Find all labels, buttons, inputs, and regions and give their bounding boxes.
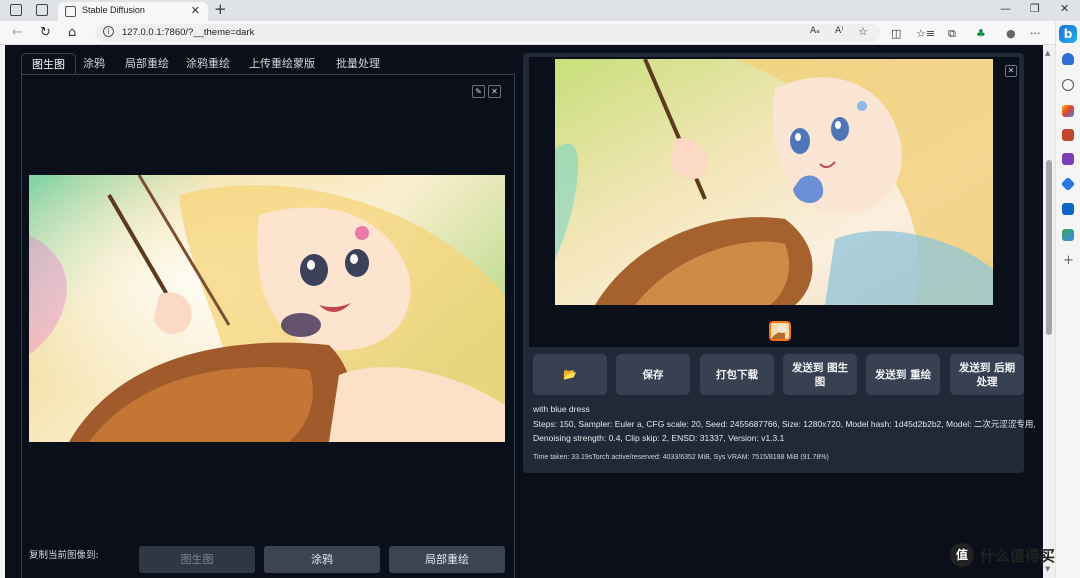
tab-title: Stable Diffusion: [82, 5, 145, 15]
notification-bell-icon[interactable]: [1062, 53, 1074, 65]
output-gallery: ✕: [529, 57, 1019, 347]
search-icon[interactable]: [1062, 79, 1074, 91]
scroll-thumb[interactable]: [1046, 160, 1052, 335]
restore-button[interactable]: ❐: [1030, 2, 1040, 15]
back-button[interactable]: ←: [12, 25, 23, 40]
shopping-icon[interactable]: [1062, 105, 1074, 117]
tab-sketch[interactable]: 涂鸦: [73, 53, 115, 75]
site-info-icon[interactable]: i: [103, 26, 114, 37]
outlook-icon[interactable]: [1062, 203, 1074, 215]
split-screen-icon[interactable]: ◫: [891, 27, 901, 40]
translate-icon[interactable]: Aₐ: [810, 26, 820, 36]
folder-icon: 📂: [563, 367, 577, 381]
bing-chat-icon[interactable]: b: [1059, 25, 1077, 43]
generation-timing: Time taken: 33.19sTorch active/reserved:…: [533, 454, 829, 461]
minimize-button[interactable]: —: [1000, 2, 1011, 15]
tab-batch[interactable]: 批量处理: [326, 53, 390, 75]
send-to-extras-button[interactable]: 发送到 后期处理: [950, 354, 1024, 395]
tab-favicon-icon: [65, 6, 76, 17]
gallery-thumbnail[interactable]: [769, 321, 791, 341]
tab-img2img[interactable]: 图生图: [21, 53, 76, 75]
microsoft-365-icon[interactable]: [1060, 176, 1076, 192]
tab-actions-icon[interactable]: [36, 4, 48, 16]
watermark-text: 什么值得买: [980, 546, 1056, 565]
collections-icon[interactable]: ⧉: [948, 27, 956, 41]
games-icon[interactable]: [1062, 153, 1074, 165]
send-to-inpaint-button[interactable]: 发送到 重绘: [866, 354, 940, 395]
clear-image-icon[interactable]: ✕: [488, 85, 501, 98]
read-aloud-icon[interactable]: A⁾: [835, 26, 843, 36]
page-scrollbar[interactable]: ▲ ▼: [1043, 45, 1055, 578]
favorite-star-icon[interactable]: ☆: [858, 25, 868, 38]
edit-image-icon[interactable]: ✎: [472, 85, 485, 98]
scroll-up-icon[interactable]: ▲: [1045, 49, 1050, 57]
new-tab-button[interactable]: +: [214, 0, 227, 18]
save-button[interactable]: 保存: [616, 354, 690, 395]
generation-params-line2: Denoising strength: 0.4, Clip skip: 2, E…: [533, 433, 785, 443]
output-illustration: [555, 59, 993, 305]
edge-sidebar: b +: [1055, 21, 1080, 578]
copy-to-inpaint-button[interactable]: 局部重绘: [389, 546, 505, 573]
browser-tab-bar: Stable Diffusion ✕ + — ❐ ✕: [0, 0, 1080, 21]
browser-tab[interactable]: Stable Diffusion ✕: [58, 2, 208, 21]
watermark-logo-icon: 值: [950, 543, 974, 567]
generation-params-line1: Steps: 150, Sampler: Euler a, CFG scale:…: [533, 419, 1036, 429]
address-toolbar: ← ↻ ⌂ i 127.0.0.1:7860/?__theme=dark Aₐ …: [0, 21, 1080, 45]
drop-icon[interactable]: [1062, 229, 1074, 241]
thumbnail-preview: [771, 323, 789, 339]
copy-to-img2img-button[interactable]: 图生图: [139, 546, 255, 573]
watermark: 值 什么值得买: [950, 543, 1055, 567]
tab-inpaint-sketch[interactable]: 涂鸦重绘: [176, 53, 240, 75]
copy-to-label: 复制当前图像到:: [29, 550, 99, 561]
gallery-close-icon[interactable]: ✕: [1005, 65, 1017, 77]
favorites-icon[interactable]: ☆≡: [916, 27, 935, 40]
workspaces-icon[interactable]: [10, 4, 22, 16]
url-text[interactable]: 127.0.0.1:7860/?__theme=dark: [122, 27, 254, 38]
input-image[interactable]: [29, 175, 505, 442]
send-to-img2img-button[interactable]: 发送到 图生图: [783, 354, 857, 395]
generation-prompt: with blue dress: [533, 404, 590, 414]
sidebar-add-icon[interactable]: +: [1063, 253, 1074, 268]
url-bar[interactable]: i 127.0.0.1:7860/?__theme=dark Aₐ A⁾ ☆: [95, 24, 880, 42]
home-button[interactable]: ⌂: [68, 25, 76, 40]
webui-page: 图生图 涂鸦 局部重绘 涂鸦重绘 上传重绘蒙版 批量处理 ✎ ✕ 复制当前图像到…: [5, 45, 1043, 578]
window-close-button[interactable]: ✕: [1060, 2, 1069, 15]
extension-icon[interactable]: ♣: [976, 27, 986, 40]
more-menu-icon[interactable]: ···: [1030, 27, 1041, 40]
zip-download-button[interactable]: 打包下载: [700, 354, 774, 395]
open-folder-button[interactable]: 📂: [533, 354, 607, 395]
output-panel: ✕ 📂 保存 打包下载 发送到 图生图 发送到 重绘 发送到 后期处理 with…: [523, 53, 1036, 473]
reload-button[interactable]: ↻: [40, 25, 51, 40]
tab-inpaint-upload[interactable]: 上传重绘蒙版: [239, 53, 325, 75]
tab-inpaint[interactable]: 局部重绘: [115, 53, 179, 75]
profile-icon[interactable]: ●: [1006, 27, 1016, 40]
tab-close-icon[interactable]: ✕: [191, 4, 200, 17]
copy-to-sketch-button[interactable]: 涂鸦: [264, 546, 380, 573]
tools-icon[interactable]: [1062, 129, 1074, 141]
input-illustration: [29, 175, 505, 442]
output-image[interactable]: [555, 59, 993, 305]
